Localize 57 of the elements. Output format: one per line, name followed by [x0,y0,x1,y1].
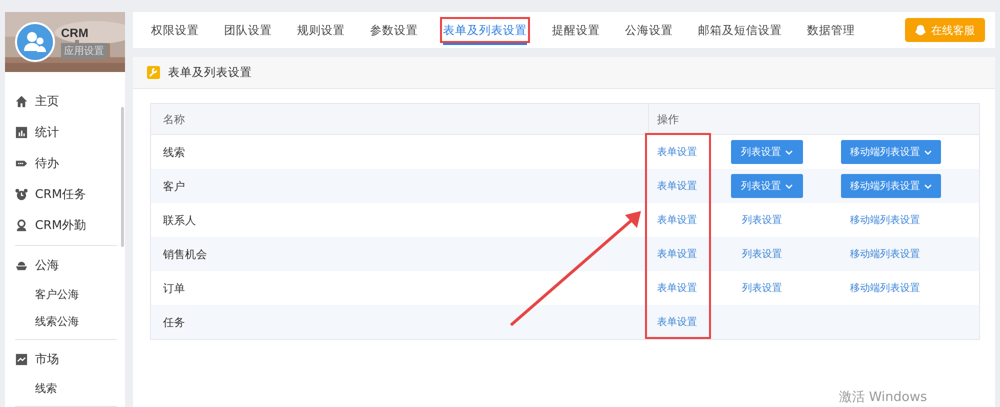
table-cell: 任务 [163,314,185,330]
person-icon [15,219,28,232]
table-cell: 订单 [163,280,185,296]
caret-icon [785,184,793,188]
form-settings-link[interactable]: 表单设置 [657,181,697,192]
form-settings-link[interactable]: 表单设置 [657,249,697,260]
sidebar-item[interactable]: 待办 [15,148,117,179]
sidebar-subitem[interactable]: 线索公海 [15,308,117,335]
home-icon [15,95,28,108]
app-title: CRM [61,26,90,40]
penguin-icon [915,24,926,36]
alarm-icon [15,188,28,201]
table-cell: 线索 [163,144,185,160]
sidebar-item[interactable]: 统计 [15,117,117,148]
table-cell: 联系人 [163,212,196,228]
mobile-list-settings-link[interactable]: 移动端列表设置 [841,215,920,226]
caret-icon [785,150,793,154]
avatar-icon [15,22,55,62]
settings-tab[interactable]: 提醒设置 [544,12,608,48]
scrollbar[interactable] [121,107,124,247]
settings-tab[interactable]: 表单及列表设置 [435,12,535,48]
list-settings-link[interactable]: 列表设置 [731,215,782,226]
sidebar-item[interactable]: 主页 [15,86,117,117]
caret-icon [924,150,932,154]
sidebar-item[interactable]: CRM任务 [15,179,117,210]
list-settings-link[interactable]: 列表设置 [731,283,782,294]
form-settings-link[interactable]: 表单设置 [657,317,697,328]
activation-notice: 激活 Windows [838,389,927,406]
sidebar-subitem[interactable]: 线索 [15,375,117,402]
settings-tab[interactable]: 参数设置 [362,12,426,48]
column-header: 操作 [656,112,680,128]
chart-icon [15,126,28,139]
sidebar-item[interactable]: 市场 [15,344,117,375]
settings-tab[interactable]: 团队设置 [216,12,280,48]
column-header: 名称 [151,104,649,134]
form-settings-link[interactable]: 表单设置 [657,147,697,158]
app-subtitle: 应用设置 [61,42,107,58]
settings-tab[interactable]: 规则设置 [289,12,353,48]
settings-tab[interactable]: 数据管理 [799,12,863,48]
panel-title: 表单及列表设置 [168,65,252,80]
mobile-list-settings-link[interactable]: 移动端列表设置 [841,283,920,294]
sidebar-item[interactable]: 公海 [15,250,117,281]
sidebar-item[interactable]: CRM外勤 [15,210,117,241]
trend-icon [15,353,28,366]
caret-icon [924,184,932,188]
sidebar-subitem[interactable]: 客户公海 [15,281,117,308]
list-settings-link[interactable]: 列表设置 [731,249,782,260]
table-cell: 销售机会 [163,246,207,262]
settings-tab[interactable]: 公海设置 [617,12,681,48]
wrench-icon [147,66,160,79]
table-cell: 客户 [163,178,185,194]
settings-tab[interactable]: 权限设置 [143,12,207,48]
mobile-list-settings-link[interactable]: 移动端列表设置 [841,249,920,260]
ship-icon [15,259,28,272]
form-settings-link[interactable]: 表单设置 [657,283,697,294]
form-settings-link[interactable]: 表单设置 [657,215,697,226]
settings-tab[interactable]: 邮箱及短信设置 [690,12,790,48]
